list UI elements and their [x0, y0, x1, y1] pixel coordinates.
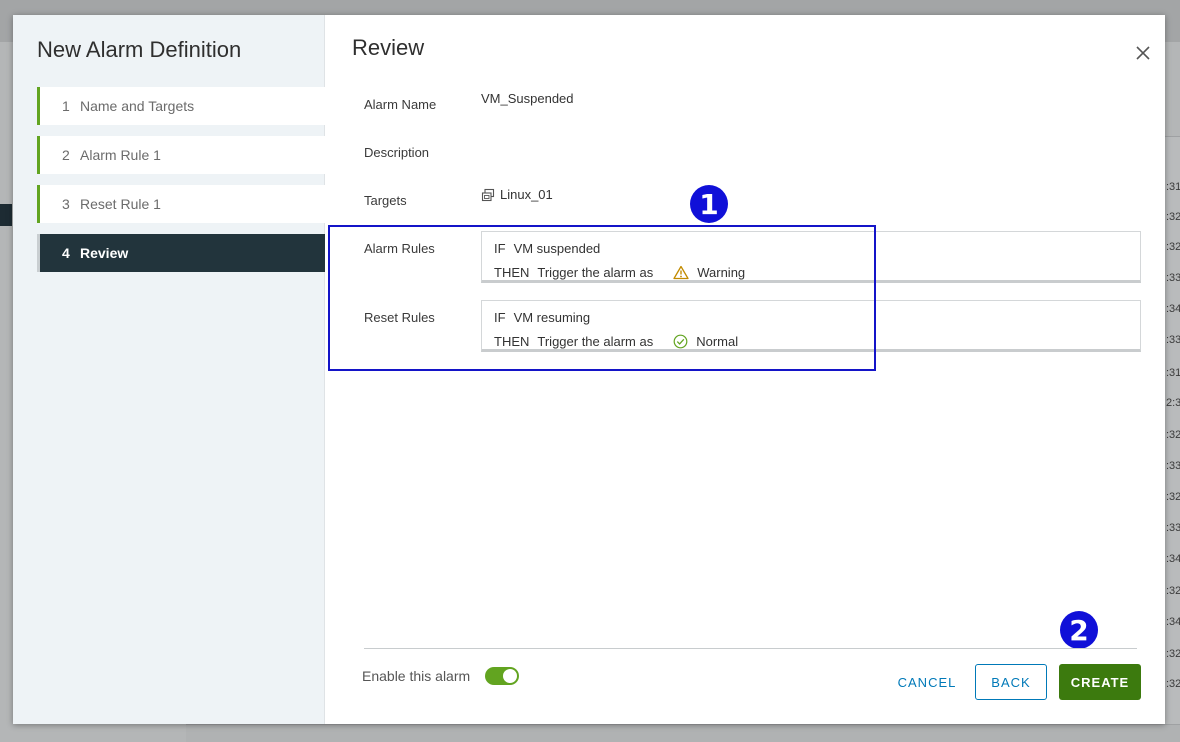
step-label: Alarm Rule 1 — [80, 147, 161, 163]
wizard-steps: 1 Name and Targets 2 Alarm Rule 1 3 Rese… — [37, 87, 325, 283]
new-alarm-definition-dialog: New Alarm Definition 1 Name and Targets … — [13, 15, 1165, 724]
step-reset-rule-1[interactable]: 3 Reset Rule 1 — [37, 185, 325, 223]
target-name: Linux_01 — [500, 187, 553, 202]
background-cell: :34 — [1166, 553, 1180, 565]
background-cell: :32 — [1166, 491, 1180, 503]
background-cell: :33 — [1166, 522, 1180, 534]
background-cell: :34 — [1166, 616, 1180, 628]
vm-icon — [481, 188, 495, 201]
background-cell: :31 — [1166, 367, 1180, 379]
alarm-name-value: VM_Suspended — [481, 91, 574, 106]
alarm-name-label: Alarm Name — [364, 97, 437, 112]
background-cell: :34 — [1166, 303, 1180, 315]
footer-divider — [364, 648, 1137, 649]
step-label: Name and Targets — [80, 98, 195, 114]
background-cell: :32 — [1166, 211, 1180, 223]
wizard-nav: New Alarm Definition 1 Name and Targets … — [13, 15, 325, 724]
annotation-highlight-box — [328, 225, 876, 371]
background-cell: :33 — [1166, 334, 1180, 346]
step-number: 3 — [62, 196, 70, 212]
annotation-badge-2: 2 — [1060, 611, 1098, 649]
cancel-button[interactable]: CANCEL — [887, 664, 967, 700]
close-button[interactable] — [1132, 42, 1154, 64]
targets-label: Targets — [364, 193, 407, 208]
review-panel: Review Alarm Name VM_Suspended Descripti… — [325, 15, 1165, 724]
step-number: 1 — [62, 98, 70, 114]
targets-value: Linux_01 — [481, 187, 553, 202]
step-alarm-rule-1[interactable]: 2 Alarm Rule 1 — [37, 136, 325, 174]
background-cell: :32 — [1166, 648, 1180, 660]
create-button[interactable]: CREATE — [1059, 664, 1141, 700]
step-label: Review — [80, 245, 129, 261]
step-number: 4 — [62, 245, 70, 261]
step-number: 2 — [62, 147, 70, 163]
background-cell: :32 — [1166, 585, 1180, 597]
background-cell: :33 — [1166, 272, 1180, 284]
back-button[interactable]: BACK — [975, 664, 1047, 700]
background-cell: 2:3 — [1166, 397, 1180, 409]
wizard-title: New Alarm Definition — [37, 37, 242, 62]
background-cell: :33 — [1166, 460, 1180, 472]
background-marker — [0, 204, 12, 226]
background-cell: :32 — [1166, 678, 1180, 690]
annotation-badge-1: 1 — [690, 185, 728, 223]
background-cell: :32 — [1166, 429, 1180, 441]
page-title: Review — [352, 35, 425, 60]
enable-alarm-label: Enable this alarm — [362, 668, 471, 684]
enable-alarm-toggle[interactable] — [485, 667, 519, 685]
step-review[interactable]: 4 Review — [37, 234, 325, 272]
step-name-and-targets[interactable]: 1 Name and Targets — [37, 87, 325, 125]
background-bottom-row — [186, 724, 1180, 742]
description-label: Description — [364, 145, 430, 160]
step-label: Reset Rule 1 — [80, 196, 161, 212]
close-icon — [1136, 46, 1150, 60]
background-cell: :31 — [1166, 181, 1180, 193]
background-cell: :32 — [1166, 241, 1180, 253]
